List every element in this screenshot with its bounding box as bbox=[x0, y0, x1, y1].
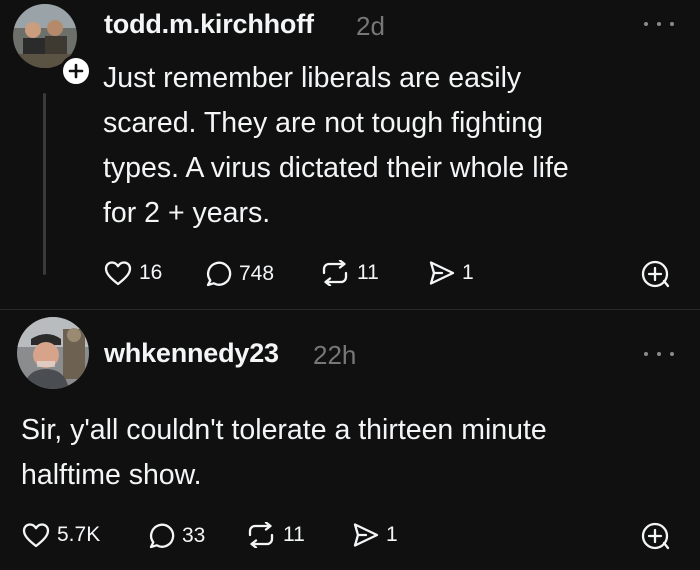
heart-icon bbox=[22, 523, 50, 548]
post-username[interactable]: whkennedy23 bbox=[104, 338, 279, 369]
post-timestamp: 2d bbox=[356, 11, 385, 41]
repost-button[interactable]: 11 bbox=[246, 522, 305, 548]
reply-button[interactable]: 33 bbox=[148, 522, 205, 549]
speech-bubble-icon bbox=[149, 523, 175, 549]
share-count: 1 bbox=[462, 261, 474, 284]
repost-button[interactable]: 11 bbox=[320, 260, 379, 286]
post-1: todd.m.kirchhoff 2d Just remember libera… bbox=[0, 0, 700, 310]
reply-count: 748 bbox=[239, 261, 275, 285]
post-text: Just remember liberals are easily scared… bbox=[103, 62, 569, 229]
repost-arrows-icon bbox=[248, 522, 274, 548]
add-button[interactable] bbox=[640, 521, 670, 556]
add-circle-icon bbox=[641, 260, 670, 288]
more-options-button[interactable] bbox=[644, 348, 674, 360]
send-icon bbox=[429, 261, 455, 285]
add-button[interactable] bbox=[640, 259, 670, 294]
send-icon bbox=[353, 523, 379, 547]
post-timestamp: 22h bbox=[313, 340, 357, 370]
like-button[interactable]: 16 bbox=[104, 260, 162, 286]
follow-button[interactable] bbox=[60, 55, 92, 87]
reply-count: 33 bbox=[182, 523, 206, 547]
post-username[interactable]: todd.m.kirchhoff bbox=[104, 9, 314, 40]
share-count: 1 bbox=[386, 523, 398, 546]
like-button[interactable]: 5.7K bbox=[22, 522, 100, 548]
speech-bubble-icon bbox=[206, 261, 232, 287]
like-count: 5.7K bbox=[57, 523, 101, 546]
more-options-icon bbox=[644, 352, 648, 356]
repost-arrows-icon bbox=[322, 260, 348, 286]
avatar[interactable] bbox=[17, 317, 89, 389]
reply-button[interactable]: 748 bbox=[205, 260, 274, 287]
more-options-icon bbox=[644, 22, 648, 26]
repost-count: 11 bbox=[357, 261, 379, 284]
share-button[interactable]: 1 bbox=[352, 522, 398, 548]
more-options-button[interactable] bbox=[644, 18, 674, 30]
thread-line bbox=[43, 93, 46, 275]
heart-icon bbox=[104, 261, 132, 286]
post-text: Sir, y'all couldn't tolerate a thirteen … bbox=[21, 414, 547, 491]
plus-icon bbox=[68, 63, 84, 79]
post-2: whkennedy23 22h Sir, y'all couldn't tole… bbox=[0, 310, 700, 570]
like-count: 16 bbox=[139, 261, 163, 284]
repost-count: 11 bbox=[283, 523, 305, 546]
share-button[interactable]: 1 bbox=[428, 260, 474, 286]
add-circle-icon bbox=[641, 522, 670, 550]
